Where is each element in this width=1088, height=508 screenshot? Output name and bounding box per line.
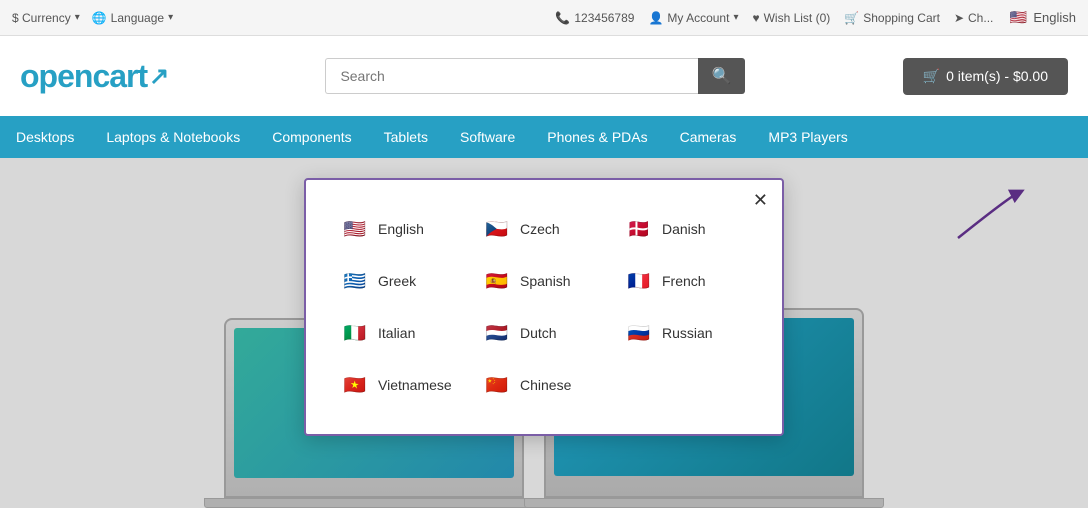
top-bar-left: $ Currency ▾ 🌐 Language ▾ (12, 11, 173, 25)
cart-button-icon: 🛒 (923, 68, 940, 85)
phone: 📞 123456789 (555, 11, 634, 25)
my-account-label: My Account (667, 11, 729, 25)
flag-english-icon: 🇺🇸 (340, 214, 370, 244)
nav-item-desktops[interactable]: Desktops (0, 116, 90, 158)
lang-item-italian[interactable]: 🇮🇹 Italian (336, 314, 468, 352)
lang-name-czech: Czech (520, 221, 560, 237)
modal-close-button[interactable]: ✕ (753, 190, 768, 211)
navigation: Desktops Laptops & Notebooks Components … (0, 116, 1088, 158)
lang-name-danish: Danish (662, 221, 706, 237)
flag-danish-icon: 🇩🇰 (624, 214, 654, 244)
flag-italian-icon: 🇮🇹 (340, 318, 370, 348)
nav-item-tablets[interactable]: Tablets (368, 116, 444, 158)
lang-name-english: English (378, 221, 424, 237)
wish-list-label: Wish List (0) (764, 11, 831, 25)
lang-item-spanish[interactable]: 🇪🇸 Spanish (478, 262, 610, 300)
language-flag-icon: 🌐 (92, 11, 107, 25)
header: opencart ↗ 🔍 🛒 0 item(s) - $0.00 (0, 36, 1088, 116)
language-arrow-icon: ▾ (168, 12, 173, 23)
lang-item-czech[interactable]: 🇨🇿 Czech (478, 210, 610, 248)
lang-name-chinese: Chinese (520, 377, 571, 393)
lang-name-vietnamese: Vietnamese (378, 377, 452, 393)
flag-french-icon: 🇫🇷 (624, 266, 654, 296)
lang-item-greek[interactable]: 🇬🇷 Greek (336, 262, 468, 300)
heart-icon: ♥ (752, 11, 759, 25)
flag-greek-icon: 🇬🇷 (340, 266, 370, 296)
currency-dropdown[interactable]: $ Currency ▾ (12, 11, 80, 25)
top-bar: $ Currency ▾ 🌐 Language ▾ 📞 123456789 👤 … (0, 0, 1088, 36)
cart-button-label: 0 item(s) - $0.00 (946, 68, 1048, 84)
lang-name-italian: Italian (378, 325, 415, 341)
flag-chinese-icon: 🇨🇳 (482, 370, 512, 400)
shopping-cart-link[interactable]: 🛒 Shopping Cart (844, 11, 940, 25)
logo[interactable]: opencart ↗ (20, 58, 168, 95)
user-icon: 👤 (648, 11, 663, 25)
cart-button[interactable]: 🛒 0 item(s) - $0.00 (903, 58, 1068, 95)
lang-name-spanish: Spanish (520, 273, 571, 289)
phone-icon: 📞 (555, 11, 570, 25)
search-button[interactable]: 🔍 (698, 58, 746, 94)
account-arrow-icon: ▾ (733, 12, 738, 23)
cart-icon: 🛒 (844, 11, 859, 25)
flag-russian-icon: 🇷🇺 (624, 318, 654, 348)
nav-item-mp3[interactable]: MP3 Players (752, 116, 863, 158)
top-bar-right: 📞 123456789 👤 My Account ▾ ♥ Wish List (… (555, 7, 1076, 29)
lang-item-english[interactable]: 🇺🇸 English (336, 210, 468, 248)
laptop-base-left (204, 498, 544, 508)
lang-item-dutch[interactable]: 🇳🇱 Dutch (478, 314, 610, 352)
flag-czech-icon: 🇨🇿 (482, 214, 512, 244)
arrow-icon (948, 188, 1028, 248)
wish-list-link[interactable]: ♥ Wish List (0) (752, 11, 830, 25)
phone-number: 123456789 (574, 11, 634, 25)
language-grid: 🇺🇸 English 🇨🇿 Czech 🇩🇰 Danish 🇬🇷 Greek (336, 210, 752, 404)
my-account-dropdown[interactable]: 👤 My Account ▾ (648, 11, 738, 25)
search-bar: 🔍 (325, 58, 745, 94)
language-modal-overlay: ✕ 🇺🇸 English 🇨🇿 Czech 🇩🇰 Danish 🇬🇷 Greek (304, 178, 784, 436)
nav-item-components[interactable]: Components (256, 116, 367, 158)
current-language-flag-icon: 🇺🇸 (1007, 7, 1029, 29)
lang-name-dutch: Dutch (520, 325, 557, 341)
checkout-label: Ch... (968, 11, 993, 25)
logo-text: opencart (20, 58, 147, 95)
nav-item-laptops[interactable]: Laptops & Notebooks (90, 116, 256, 158)
main-content: ✕ 🇺🇸 English 🇨🇿 Czech 🇩🇰 Danish 🇬🇷 Greek (0, 158, 1088, 508)
lang-item-vietnamese[interactable]: 🇻🇳 Vietnamese (336, 366, 468, 404)
logo-cart-icon: ↗ (149, 62, 168, 91)
lang-item-french[interactable]: 🇫🇷 French (620, 262, 752, 300)
language-label: Language (111, 11, 164, 25)
checkout-arrow-icon: ➤ (954, 11, 964, 25)
nav-item-cameras[interactable]: Cameras (664, 116, 753, 158)
search-input[interactable] (325, 58, 697, 94)
laptop-base-right (524, 498, 884, 508)
lang-name-greek: Greek (378, 273, 416, 289)
shopping-cart-label: Shopping Cart (863, 11, 940, 25)
arrow-annotation (948, 188, 1028, 251)
lang-item-chinese[interactable]: 🇨🇳 Chinese (478, 366, 610, 404)
current-language-badge[interactable]: 🇺🇸 English (1007, 7, 1076, 29)
currency-label: $ Currency (12, 11, 71, 25)
nav-item-phones[interactable]: Phones & PDAs (531, 116, 663, 158)
current-language-label: English (1033, 10, 1076, 25)
language-modal: ✕ 🇺🇸 English 🇨🇿 Czech 🇩🇰 Danish 🇬🇷 Greek (304, 178, 784, 436)
language-dropdown[interactable]: 🌐 Language ▾ (92, 11, 173, 25)
flag-vietnamese-icon: 🇻🇳 (340, 370, 370, 400)
lang-name-russian: Russian (662, 325, 713, 341)
nav-item-software[interactable]: Software (444, 116, 531, 158)
checkout-link[interactable]: ➤ Ch... (954, 11, 993, 25)
lang-item-russian[interactable]: 🇷🇺 Russian (620, 314, 752, 352)
currency-arrow-icon: ▾ (75, 12, 80, 23)
flag-dutch-icon: 🇳🇱 (482, 318, 512, 348)
lang-item-danish[interactable]: 🇩🇰 Danish (620, 210, 752, 248)
lang-name-french: French (662, 273, 706, 289)
flag-spanish-icon: 🇪🇸 (482, 266, 512, 296)
